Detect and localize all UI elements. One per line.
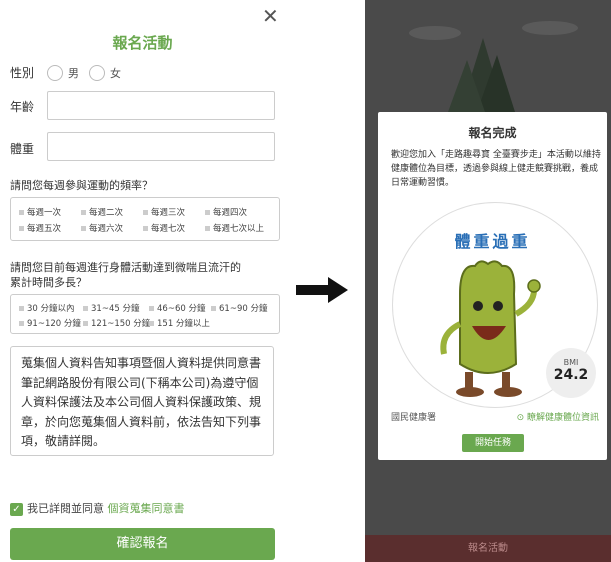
frequency-option[interactable]: 每週六次 (81, 222, 123, 234)
frequency-option[interactable]: 每週三次 (143, 206, 185, 218)
weight-status-heading: 體重過重 (454, 232, 531, 251)
start-mission-button[interactable]: 開始任務 (462, 434, 524, 452)
checkbox-checked-icon[interactable]: ✓ (10, 502, 23, 516)
gender-male-label: 男 (68, 67, 79, 80)
gender-female-label: 女 (110, 67, 121, 80)
modal-body-text: 歡迎您加入「走路趣尋寶 全臺賽步走」本活動以維持健康體位為目標，透過參與線上健走… (391, 150, 601, 188)
age-input[interactable] (47, 91, 275, 120)
agency-label: 國民健康署 (391, 413, 437, 423)
agree-text: 我已詳閱並同意 (27, 502, 104, 515)
registration-form: ✕ 報名活動 性別 男 女 年齡 體重 請問您每週參與運動的頻率？ 每週一次 每… (0, 0, 285, 562)
mascot-illustration (440, 260, 541, 397)
consent-link[interactable]: 個資蒐集同意書 (108, 502, 185, 515)
frequency-option[interactable]: 每週一次 (19, 206, 61, 218)
registration-complete-modal: 報名完成 歡迎您加入「走路趣尋寶 全臺賽步走」本活動以維持健康體位為目標，透過參… (378, 112, 607, 460)
gender-radio-male[interactable] (47, 65, 63, 81)
frequency-question: 請問您每週參與運動的頻率？ (10, 179, 153, 192)
info-circle-icon: ⊙ (516, 413, 525, 423)
confirm-registration-button[interactable]: 確認報名 (10, 528, 275, 560)
frequency-options: 每週一次 每週二次 每週三次 每週四次 每週五次 每週六次 每週七次 每週七次以… (10, 197, 280, 241)
modal-title: 報名完成 (468, 126, 517, 140)
bottom-register-bar: 報名活動 (365, 535, 611, 562)
frequency-option[interactable]: 每週二次 (81, 206, 123, 218)
duration-option[interactable]: 121~150 分鐘 (83, 317, 150, 329)
form-title: 報名活動 (112, 34, 173, 52)
weight-input[interactable] (47, 132, 275, 161)
gender-radio-female[interactable] (89, 65, 105, 81)
frequency-option[interactable]: 每週七次以上 (205, 222, 264, 234)
bmi-badge: BMI 24.2 (546, 348, 596, 398)
terms-textbox[interactable]: 蒐集個人資料告知事項暨個人資料提供同意書筆記網路股份有限公司(下稱本公司)為遵守… (10, 346, 274, 456)
frequency-option[interactable]: 每週五次 (19, 222, 61, 234)
duration-option[interactable]: 61~90 分鐘 (211, 302, 267, 314)
duration-question-line2: 累計時間多長？ (10, 276, 87, 289)
right-arrow-icon (296, 277, 348, 303)
gender-label: 性別 (10, 66, 35, 80)
duration-option[interactable]: 91~120 分鐘 (19, 317, 81, 329)
bmi-value: 24.2 (553, 367, 589, 383)
close-icon[interactable]: ✕ (262, 4, 279, 28)
duration-options: 30 分鐘以內 31~45 分鐘 46~60 分鐘 61~90 分鐘 91~12… (10, 294, 280, 334)
mountain-background-illustration (409, 21, 578, 112)
duration-question-line1: 請問您目前每週進行身體活動達到微喘且流汗的 (10, 261, 241, 274)
agree-row[interactable]: ✓ 我已詳閱並同意 個資蒐集同意書 (10, 500, 185, 516)
healthy-weight-info-link[interactable]: ⊙ 瞭解健康體位資訊 (517, 410, 599, 423)
duration-option[interactable]: 31~45 分鐘 (83, 302, 139, 314)
frequency-option[interactable]: 每週四次 (205, 206, 247, 218)
duration-question: 請問您目前每週進行身體活動達到微喘且流汗的 累計時間多長？ (10, 260, 270, 290)
duration-option[interactable]: 46~60 分鐘 (149, 302, 205, 314)
duration-option[interactable]: 30 分鐘以內 (19, 302, 75, 314)
duration-option[interactable]: 151 分鐘以上 (149, 317, 210, 329)
frequency-option[interactable]: 每週七次 (143, 222, 185, 234)
age-label: 年齡 (10, 100, 35, 114)
bmi-label: BMI (563, 358, 579, 367)
weight-label: 體重 (10, 142, 35, 156)
completion-screen: 報名完成 歡迎您加入「走路趣尋寶 全臺賽步走」本活動以維持健康體位為目標，透過參… (365, 0, 611, 562)
